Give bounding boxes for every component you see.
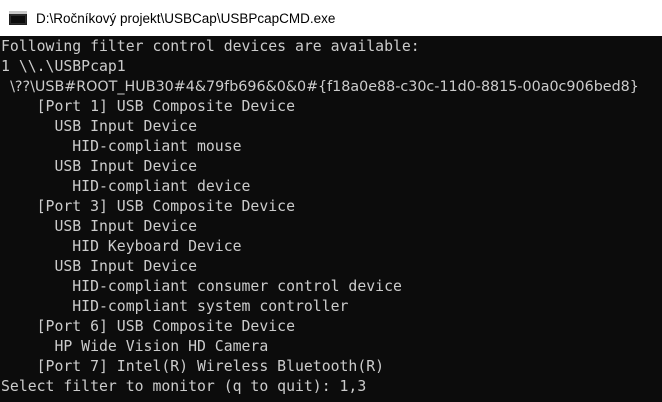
console-line-device: HID-compliant system controller [1, 298, 349, 315]
console-app-icon[interactable] [9, 11, 27, 25]
console-line-device: USB Input Device [1, 218, 197, 235]
console-line-port-1: [Port 1] USB Composite Device [1, 98, 295, 115]
console-line-device: HID-compliant mouse [1, 138, 242, 155]
window-title: D:\Ročníkový projekt\USBCap\USBPcapCMD.e… [36, 10, 336, 26]
console-line-device: USB Input Device [1, 258, 197, 275]
console-line-filter-device: 1 \\.\USBPcap1 [1, 58, 126, 75]
console-line-port-3: [Port 3] USB Composite Device [1, 198, 295, 215]
title-bar[interactable]: D:\Ročníkový projekt\USBCap\USBPcapCMD.e… [0, 0, 662, 36]
console-line-port-7: [Port 7] Intel(R) Wireless Bluetooth(R) [1, 358, 385, 375]
console-line-header: Following filter control devices are ava… [1, 38, 420, 55]
console-window: D:\Ročníkový projekt\USBCap\USBPcapCMD.e… [0, 0, 662, 402]
console-line-device: USB Input Device [1, 158, 197, 175]
console-line-device: HID-compliant consumer control device [1, 278, 402, 295]
console-prompt-line[interactable]: Select filter to monitor (q to quit): 1,… [0, 377, 662, 397]
console-line-device: USB Input Device [1, 118, 197, 135]
console-line-device: HID-compliant device [1, 178, 251, 195]
console-line-device: HID Keyboard Device [1, 238, 242, 255]
console-line-port-6: [Port 6] USB Composite Device [1, 318, 295, 335]
console-line-root-hub: \??\USB#ROOT_HUB30#4&79fb696&0&0#{f18a0e… [1, 79, 639, 95]
console-line-device: HP Wide Vision HD Camera [1, 338, 269, 355]
console-output[interactable]: Following filter control devices are ava… [0, 37, 662, 402]
